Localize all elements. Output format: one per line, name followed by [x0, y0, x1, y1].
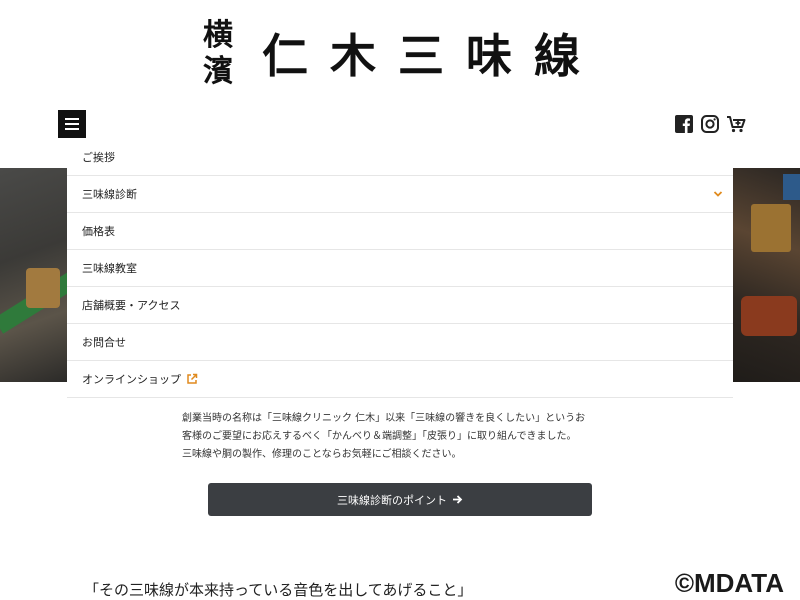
menu-bar: [65, 118, 79, 120]
facebook-icon[interactable]: [674, 114, 694, 134]
menu-item-classroom[interactable]: 三味線教室: [67, 249, 733, 286]
external-link-icon: [187, 373, 198, 384]
quote-heading: 「その三味線が本来持っている音色を出してあげること」: [84, 581, 473, 599]
page: 横 濱 仁木三味線 ご挨拶 三味線診断 価格表 三味線教室 店舗概要・アクセス …: [0, 0, 800, 600]
logo-main-text: 仁木三味線: [262, 29, 602, 83]
watermark: ©MDATA: [670, 566, 788, 600]
site-logo[interactable]: 横 濱 仁木三味線: [196, 10, 606, 100]
menu-item-label: 店舗概要・アクセス: [82, 299, 181, 312]
menu-item-label: 三味線教室: [82, 262, 137, 275]
diagnosis-points-button[interactable]: 三味線診断のポイント: [208, 483, 592, 516]
hero-image-left: [0, 168, 68, 382]
intro-line: 創業当時の名称は「三味線クリニック 仁木」以来「三味線の響きを良くしたい」という…: [182, 413, 586, 424]
cta-label: 三味線診断のポイント: [337, 493, 447, 507]
menu-item-online-shop[interactable]: オンラインショップ: [67, 360, 733, 397]
arrow-right-icon: [453, 495, 463, 504]
menu-item-contact[interactable]: お問合せ: [67, 323, 733, 360]
menu-item-price-list[interactable]: 価格表: [67, 212, 733, 249]
nav-dropdown-menu: ご挨拶 三味線診断 価格表 三味線教室 店舗概要・アクセス お問合せ オンライン…: [67, 138, 733, 398]
intro-text: 創業当時の名称は「三味線クリニック 仁木」以来「三味線の響きを良くしたい」という…: [182, 410, 632, 464]
menu-item-label: お問合せ: [82, 336, 126, 349]
menu-bar: [65, 128, 79, 130]
logo-prefix-top: 横: [203, 18, 233, 53]
menu-item-diagnosis[interactable]: 三味線診断: [67, 175, 733, 212]
intro-line: 客様のご要望にお応えするべく「かんべり＆端調整」「皮張り」に取り組んできました。: [182, 431, 577, 442]
menu-item-label: ご挨拶: [82, 150, 115, 164]
menu-item-label: オンラインショップ: [82, 373, 181, 386]
menu-item-store-access[interactable]: 店舗概要・アクセス: [67, 286, 733, 323]
menu-item-label: 三味線診断: [82, 188, 137, 201]
logo-prefix: 横 濱: [200, 18, 236, 90]
menu-item-greeting[interactable]: ご挨拶: [67, 138, 733, 175]
cart-icon[interactable]: [726, 114, 746, 134]
hero-image-right: [733, 168, 800, 382]
instagram-icon[interactable]: [700, 114, 720, 134]
menu-item-label: 価格表: [82, 225, 115, 238]
chevron-down-icon[interactable]: [713, 189, 723, 199]
logo-prefix-bottom: 濱: [203, 54, 233, 89]
menu-bar: [65, 123, 79, 125]
hamburger-menu-icon[interactable]: [58, 110, 86, 138]
social-links: [674, 114, 746, 134]
intro-line: 三味線や胴の製作、修理のことならお気軽にご相談ください。: [182, 449, 462, 460]
